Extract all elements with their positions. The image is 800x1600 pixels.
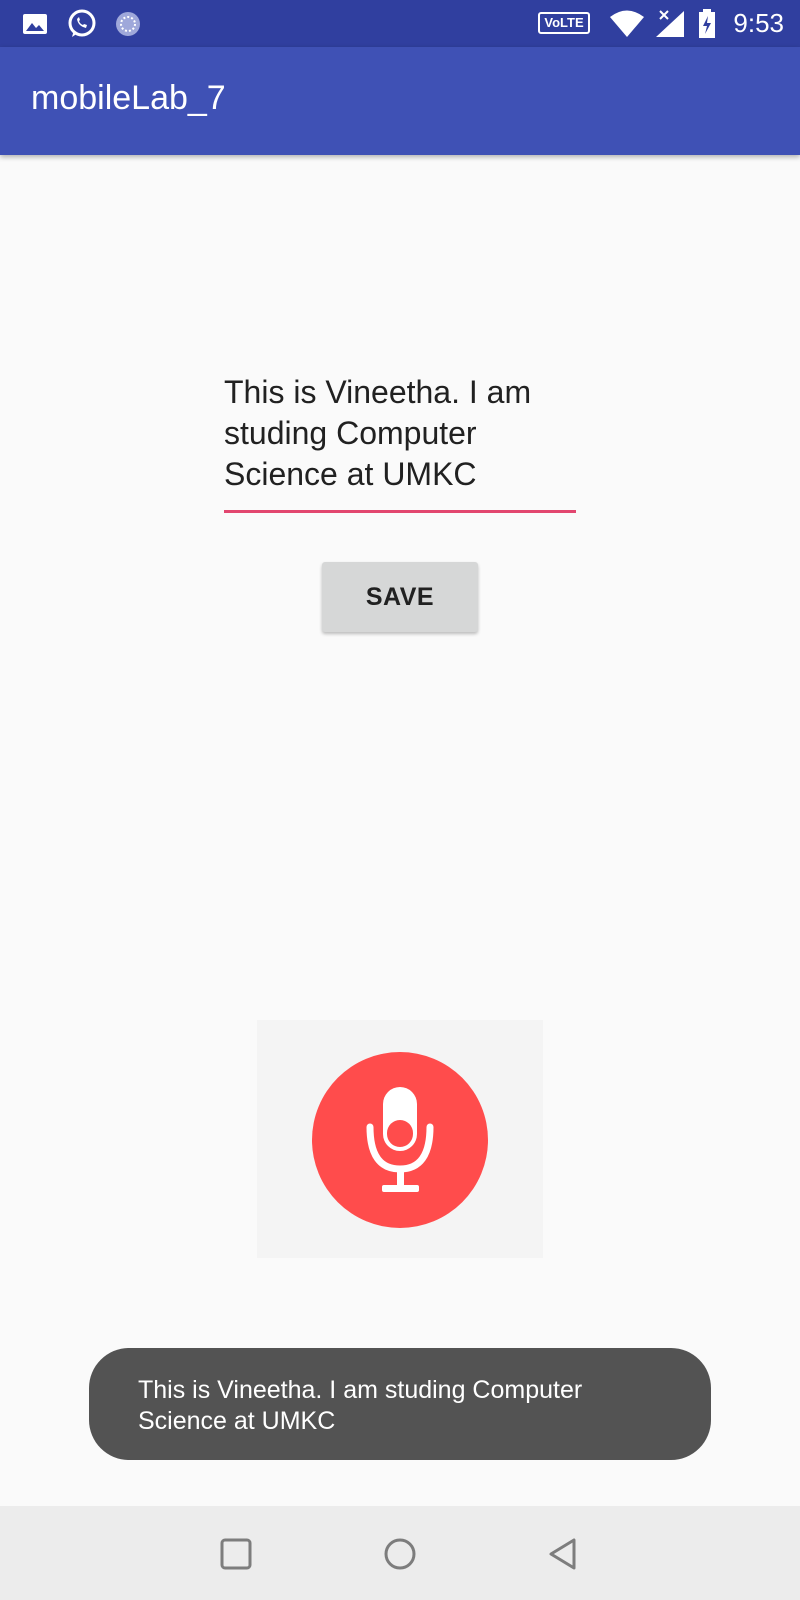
- back-icon[interactable]: [542, 1532, 586, 1576]
- navigation-bar: [0, 1506, 800, 1600]
- app-title: mobileLab_7: [31, 79, 226, 117]
- image-icon: [22, 10, 48, 38]
- volte-icon: VoLTE: [538, 12, 590, 34]
- sync-icon: [114, 10, 142, 38]
- status-time: 9:53: [733, 8, 784, 38]
- whatsapp-icon: [66, 9, 98, 38]
- wifi-icon: [608, 10, 646, 38]
- battery-charging-icon: [698, 9, 716, 38]
- mic-icon: [366, 1087, 434, 1192]
- signal-icon: [654, 10, 686, 38]
- toast: This is Vineetha. I am studing Computer …: [89, 1348, 711, 1460]
- mic-button[interactable]: [257, 1020, 543, 1258]
- text-input[interactable]: This is Vineetha. I am studing Computer …: [224, 372, 576, 495]
- save-button[interactable]: SAVE: [322, 562, 478, 632]
- text-input-underline: [224, 510, 576, 513]
- mic-circle: [312, 1052, 488, 1228]
- toast-message: This is Vineetha. I am studing Computer …: [138, 1376, 583, 1435]
- app-bar: mobileLab_7: [0, 47, 800, 155]
- recents-icon[interactable]: [214, 1532, 258, 1576]
- home-icon[interactable]: [378, 1532, 422, 1576]
- status-bar: VoLTE 9:53: [0, 0, 800, 47]
